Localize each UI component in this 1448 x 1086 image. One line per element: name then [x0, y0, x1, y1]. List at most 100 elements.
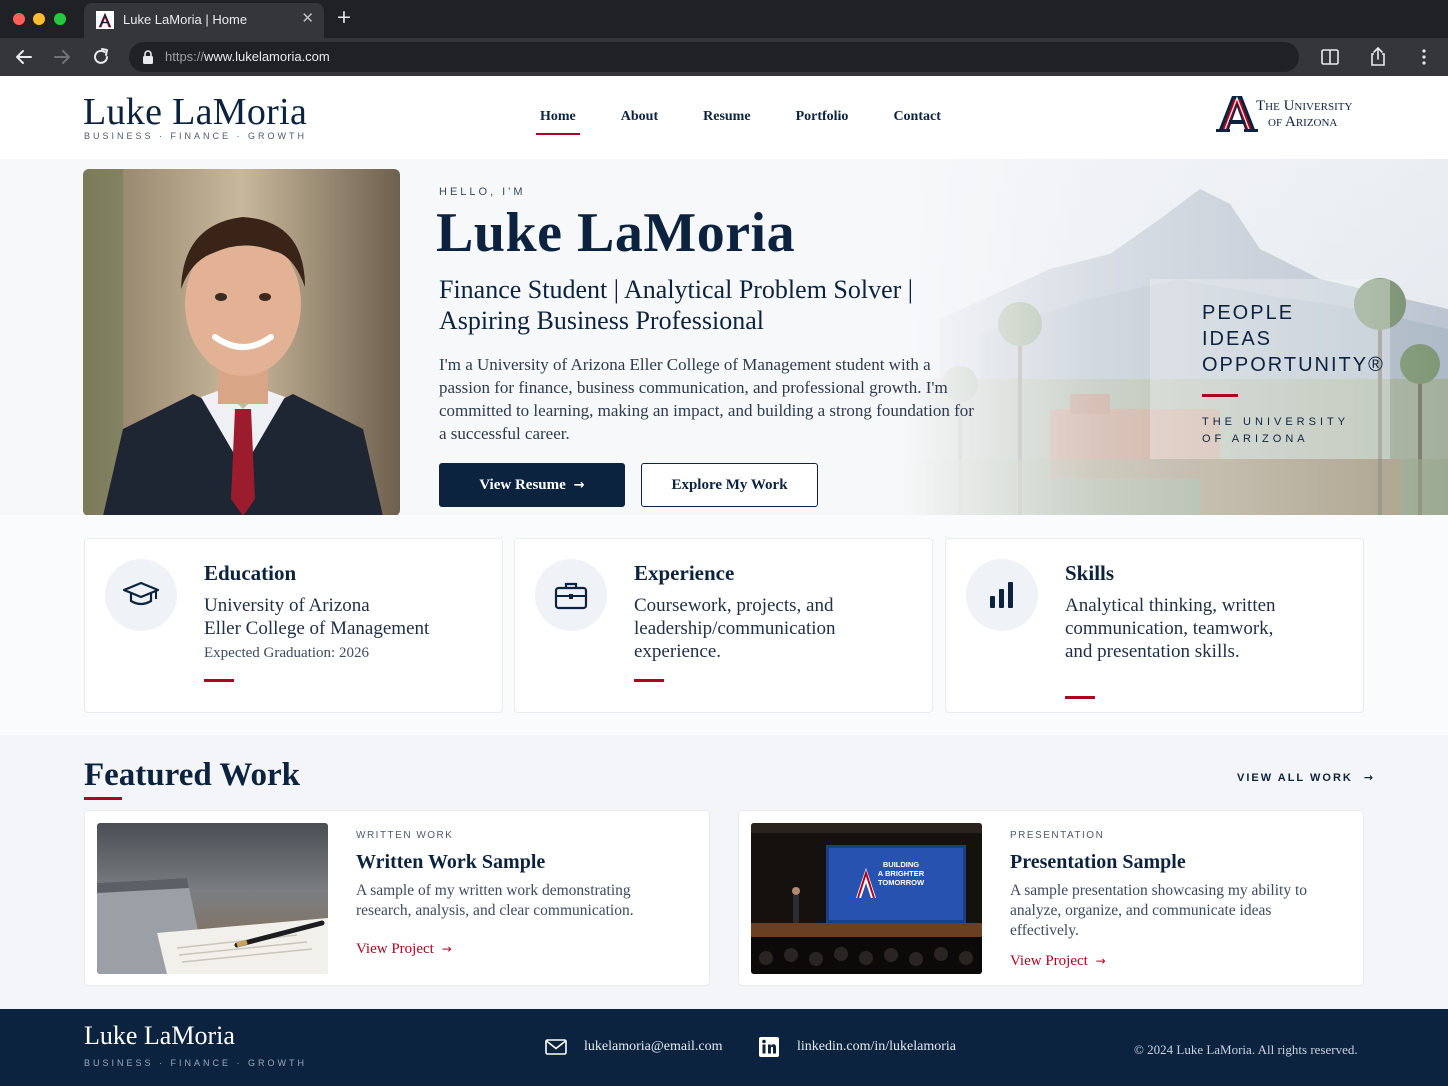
site-logo[interactable]: Luke LaMoria [83, 90, 307, 134]
explore-work-button[interactable]: Explore My Work [641, 463, 818, 507]
university-motto-block: PEOPLE IDEAS OPPORTUNITY® [1202, 300, 1385, 378]
written-work-description: A sample of my written work demonstratin… [356, 882, 634, 919]
skills-title: Skills [1065, 561, 1115, 585]
close-tab-icon[interactable]: ✕ [301, 9, 314, 27]
minimize-window-button[interactable] [33, 13, 45, 25]
footer-linkedin-link[interactable]: linkedin.com/in/lukelamoria [797, 1039, 956, 1055]
site-footer: Luke LaMoria BUSINESS · FINANCE · GROWTH… [0, 1009, 1448, 1086]
hero-subtitle: Finance Student | Analytical Problem Sol… [439, 275, 914, 335]
more-menu-icon[interactable] [1412, 45, 1436, 69]
arrow-right-icon: → [441, 942, 452, 956]
view-all-work-link[interactable]: VIEW ALL WORK → [1237, 771, 1375, 784]
reload-icon[interactable] [89, 45, 113, 69]
browser-tab-strip: Luke LaMoria | Home ✕ + [0, 0, 1448, 38]
university-arizona-a-logo-icon[interactable] [1216, 95, 1258, 133]
experience-card: Experience Coursework, projects, and lea… [514, 538, 933, 713]
briefcase-icon [535, 559, 607, 631]
reading-mode-icon[interactable] [1318, 45, 1342, 69]
motto-line-ideas: IDEAS [1202, 328, 1273, 350]
svg-text:A BRIGHTER: A BRIGHTER [878, 869, 925, 878]
featured-work-title: Featured Work [84, 757, 301, 793]
url-text: https://www.lukelamoria.com [165, 49, 330, 64]
site-header: Luke LaMoria BUSINESS · FINANCE · GROWTH… [0, 76, 1448, 159]
motto-line-people: PEOPLE [1202, 302, 1295, 324]
presentation-view-project-link[interactable]: View Project → [1010, 953, 1106, 970]
lock-icon [143, 50, 153, 64]
share-icon[interactable] [1366, 45, 1390, 69]
presentation-title: Presentation Sample [1010, 851, 1186, 873]
view-all-work-label: VIEW ALL WORK [1237, 772, 1353, 784]
arrow-right-icon: → [1095, 954, 1106, 968]
site-tagline: BUSINESS · FINANCE · GROWTH [84, 131, 308, 141]
education-divider [204, 679, 234, 682]
motto-university-line1: THE UNIVERSITY [1202, 416, 1350, 428]
university-arizona-favicon-icon [96, 11, 114, 29]
motto-line-opportunity: OPPORTUNITY® [1202, 354, 1385, 376]
graduation-cap-icon [105, 559, 177, 631]
presentation-description: A sample presentation showcasing my abil… [1010, 882, 1308, 939]
url-scheme: https:// [165, 49, 205, 64]
footer-copyright: © 2024 Luke LaMoria. All rights reserved… [1134, 1042, 1358, 1057]
arrow-right-icon: → [573, 477, 585, 493]
skills-divider [1065, 696, 1095, 699]
written-work-title: Written Work Sample [356, 851, 546, 873]
footer-email-link[interactable]: lukelamoria@email.com [584, 1039, 722, 1055]
linkedin-icon[interactable] [759, 1037, 779, 1057]
written-work-category: WRITTEN WORK [356, 830, 454, 841]
education-graduation: Expected Graduation: 2026 [204, 645, 369, 661]
address-bar[interactable]: https://www.lukelamoria.com [129, 42, 1299, 72]
nav-contact[interactable]: Contact [893, 109, 940, 125]
motto-university: THE UNIVERSITY OF ARIZONA [1202, 414, 1349, 448]
written-work-view-project-link[interactable]: View Project → [356, 941, 452, 958]
view-resume-label: View Resume [479, 476, 566, 493]
nav-about[interactable]: About [621, 109, 658, 125]
view-resume-button[interactable]: View Resume → [439, 463, 625, 507]
experience-title: Experience [634, 561, 735, 585]
written-work-thumbnail [97, 823, 328, 974]
hero-greeting: HELLO, I'M [439, 186, 526, 198]
mail-icon [545, 1039, 567, 1055]
nav-portfolio[interactable]: Portfolio [796, 109, 849, 125]
experience-divider [634, 679, 664, 682]
presentation-card[interactable]: BUILDING A BRIGHTER TOMORROW PRESENTATIO… [738, 810, 1364, 986]
skills-card: Skills Analytical thinking, written comm… [945, 538, 1364, 713]
explore-work-label: Explore My Work [671, 476, 788, 493]
featured-work-divider [84, 797, 122, 800]
browser-tab[interactable]: Luke LaMoria | Home ✕ [84, 3, 324, 38]
hero-name: Luke LaMoria [436, 202, 796, 264]
bar-chart-icon [966, 559, 1038, 631]
motto-divider [1202, 394, 1238, 397]
back-arrow-icon[interactable] [12, 45, 36, 69]
education-card: Education University of Arizona Eller Co… [84, 538, 503, 713]
university-wordmark-line2: of Arizona [1268, 114, 1338, 130]
profile-photo [83, 169, 400, 515]
main-nav: Home About Resume Portfolio Contact [518, 109, 986, 135]
url-host: www.lukelamoria.com [204, 49, 330, 64]
tab-title: Luke LaMoria | Home [123, 12, 248, 27]
view-project-label: View Project [1010, 953, 1088, 969]
new-tab-icon[interactable]: + [336, 6, 352, 28]
footer-logo-name: Luke LaMoria [84, 1021, 235, 1050]
browser-toolbar: https://www.lukelamoria.com [0, 38, 1448, 76]
nav-home[interactable]: Home [536, 109, 580, 135]
presentation-category: PRESENTATION [1010, 830, 1105, 841]
maximize-window-button[interactable] [54, 13, 66, 25]
close-window-button[interactable] [13, 13, 25, 25]
experience-body: Coursework, projects, and leadership/com… [634, 595, 836, 662]
forward-arrow-icon[interactable] [50, 45, 74, 69]
presentation-thumbnail: BUILDING A BRIGHTER TOMORROW [751, 823, 982, 974]
skills-body: Analytical thinking, written communicati… [1065, 595, 1276, 662]
university-wordmark-line1: The University [1256, 98, 1353, 114]
written-work-card[interactable]: WRITTEN WORK Written Work Sample A sampl… [84, 810, 710, 986]
view-project-label: View Project [356, 941, 434, 957]
education-body: University of Arizona Eller College of M… [204, 595, 430, 639]
education-title: Education [204, 561, 297, 585]
arrow-right-icon: → [1363, 771, 1376, 784]
footer-tagline: BUSINESS · FINANCE · GROWTH [84, 1058, 308, 1068]
nav-resume[interactable]: Resume [703, 109, 750, 125]
university-wordmark: The University of Arizona [1256, 98, 1352, 130]
hero-description: I'm a University of Arizona Eller Colleg… [439, 355, 974, 443]
motto-university-line2: OF ARIZONA [1202, 433, 1309, 445]
slide-text: BUILDING [883, 860, 919, 869]
svg-text:TOMORROW: TOMORROW [878, 878, 925, 887]
